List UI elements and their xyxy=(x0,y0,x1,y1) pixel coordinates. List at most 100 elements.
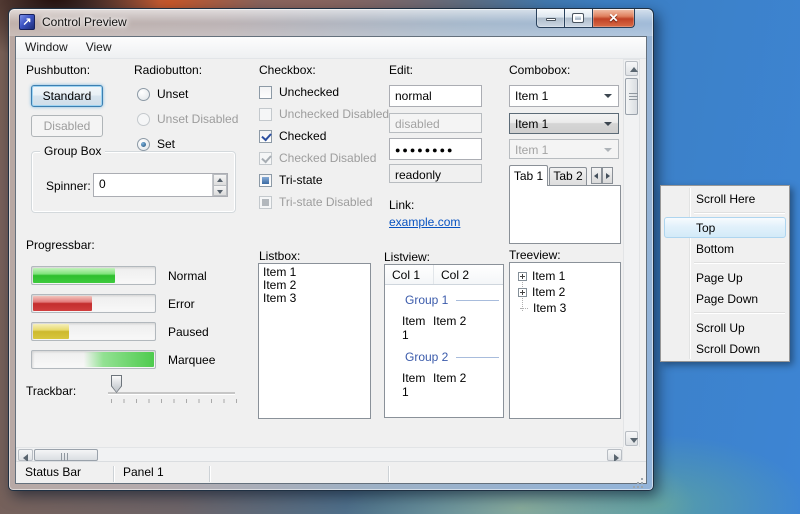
progressbar-error xyxy=(31,294,156,313)
edit-disabled: disabled xyxy=(389,113,482,133)
scroll-left-button[interactable] xyxy=(18,449,33,461)
spinner-updown xyxy=(212,174,227,196)
edit-password[interactable]: ●●●●●●●● xyxy=(389,138,482,160)
progressbar-error-label: Error xyxy=(168,297,195,311)
example-link[interactable]: example.com xyxy=(389,215,460,229)
group-divider-line xyxy=(456,299,499,301)
listview-cell: Item 1 xyxy=(402,371,426,399)
group-divider-line xyxy=(456,356,499,358)
pushbutton-label: Pushbutton: xyxy=(26,63,91,77)
listbox-label: Listbox: xyxy=(259,249,301,263)
maximize-button[interactable] xyxy=(565,9,592,28)
tab-scroll-left-button[interactable] xyxy=(591,167,602,184)
menu-item-scroll-up[interactable]: Scroll Up xyxy=(664,317,786,338)
listview-row[interactable]: Item 1 Item 2 xyxy=(385,314,503,342)
radio-unset-disabled: Unset Disabled xyxy=(137,112,238,126)
listview-row[interactable]: Item 1 Item 2 xyxy=(385,371,503,399)
resize-grip[interactable] xyxy=(641,478,643,480)
tree-connector xyxy=(520,307,528,309)
tree-item-1[interactable]: Item 1 xyxy=(518,269,565,283)
listview-col1-header[interactable]: Col 1 xyxy=(385,265,434,284)
vertical-scrollbar[interactable] xyxy=(623,59,640,448)
combobox-dropdown[interactable]: Item 1 xyxy=(509,113,619,134)
title-bar[interactable]: ↗ Control Preview ✕ xyxy=(9,9,653,36)
combobox-editable[interactable]: Item 1 xyxy=(509,85,619,107)
checkbox-checked[interactable]: Checked xyxy=(259,129,326,143)
listview-cell: Item 2 xyxy=(433,371,467,385)
listview-group-2-label: Group 2 xyxy=(405,350,449,364)
tab-1[interactable]: Tab 1 xyxy=(509,165,548,186)
checkbox-checked-disabled: Checked Disabled xyxy=(259,151,376,165)
vertical-scroll-thumb[interactable] xyxy=(625,78,638,115)
menu-item-scroll-down[interactable]: Scroll Down xyxy=(664,338,786,359)
expand-plus-icon[interactable] xyxy=(518,287,527,297)
menu-item-scroll-here[interactable]: Scroll Here xyxy=(664,188,786,209)
checkbox-tristate[interactable]: Tri-state xyxy=(259,173,323,187)
listview-cell: Item 1 xyxy=(402,314,426,342)
checkbox-tristate-disabled-label: Tri-state Disabled xyxy=(279,195,373,209)
listview-col2-header[interactable]: Col 2 xyxy=(434,265,469,284)
checkbox-unchecked-disabled-label: Unchecked Disabled xyxy=(279,107,390,121)
menu-item-top[interactable]: Top xyxy=(664,217,786,238)
down-arrow-icon xyxy=(217,189,223,194)
tree-item-2-label: Item 2 xyxy=(532,285,566,299)
menu-item-bottom[interactable]: Bottom xyxy=(664,238,786,259)
scrollbar-corner xyxy=(623,447,640,461)
scroll-up-button[interactable] xyxy=(625,61,638,76)
progressbar-paused-label: Paused xyxy=(168,325,209,339)
spinner-down-button[interactable] xyxy=(213,184,227,196)
tree-item-3-label: Item 3 xyxy=(533,301,567,315)
edit-normal[interactable]: normal xyxy=(389,85,482,107)
tree-item-2[interactable]: Item 2 xyxy=(518,285,565,299)
trackbar-thumb[interactable] xyxy=(111,375,122,393)
combobox-editable-value: Item 1 xyxy=(515,89,549,103)
spinner-field[interactable]: 0 xyxy=(93,173,228,197)
menu-item-page-down[interactable]: Page Down xyxy=(664,288,786,309)
checkbox-checked-label: Checked xyxy=(279,129,327,143)
expand-plus-icon[interactable] xyxy=(518,271,527,281)
tab-2[interactable]: Tab 2 xyxy=(549,167,587,186)
checkbox-unchecked-disabled: Unchecked Disabled xyxy=(259,107,389,121)
radiobutton-label: Radiobutton: xyxy=(134,63,203,77)
radio-set[interactable]: Set xyxy=(137,137,175,151)
client-area: Pushbutton: Standard Disabled Radiobutto… xyxy=(16,59,646,461)
tab-scroll-right-button[interactable] xyxy=(602,167,613,184)
menu-window[interactable]: Window xyxy=(16,37,77,58)
checkbox-unchecked-disabled-icon xyxy=(259,107,272,121)
scroll-right-button[interactable] xyxy=(607,449,622,461)
listview-label: Listview: xyxy=(384,250,431,264)
standard-button[interactable]: Standard xyxy=(31,85,103,107)
close-button[interactable]: ✕ xyxy=(592,9,635,28)
horizontal-scrollbar[interactable] xyxy=(16,447,623,461)
menu-separator xyxy=(694,262,785,263)
progressbar-paused xyxy=(31,322,156,341)
radio-unset[interactable]: Unset xyxy=(137,87,188,101)
combobox-dropdown-value: Item 1 xyxy=(515,117,549,131)
spinner-up-button[interactable] xyxy=(213,174,227,185)
progress-fill-error xyxy=(33,296,93,311)
listview-group-1: Group 1 xyxy=(405,293,499,307)
tree-item-3[interactable]: Item 3 xyxy=(520,301,566,315)
menu-view[interactable]: View xyxy=(77,37,121,58)
minimize-button[interactable] xyxy=(536,9,565,28)
minimize-icon xyxy=(546,18,556,21)
horizontal-scroll-thumb[interactable] xyxy=(34,449,98,461)
listbox-item[interactable]: Item 3 xyxy=(259,292,370,305)
spinner-label: Spinner: xyxy=(46,179,91,193)
listview-group-1-label: Group 1 xyxy=(405,293,449,307)
radio-unset-disabled-icon xyxy=(137,112,150,126)
listbox: Item 1 Item 2 Item 3 xyxy=(258,263,371,419)
right-arrow-icon xyxy=(606,173,610,179)
trackbar-track[interactable] xyxy=(108,392,235,394)
dropdown-arrow-icon xyxy=(604,122,612,126)
progress-fill-normal xyxy=(33,268,116,283)
thumb-grip xyxy=(629,92,638,101)
checkbox-unchecked[interactable]: Unchecked xyxy=(259,85,339,99)
status-bar: Status Bar Panel 1 xyxy=(16,461,646,483)
menu-item-page-up[interactable]: Page Up xyxy=(664,267,786,288)
dropdown-arrow-icon xyxy=(604,148,612,152)
edit-readonly[interactable]: readonly xyxy=(389,164,482,183)
dropdown-arrow-icon xyxy=(604,94,612,98)
scroll-down-button[interactable] xyxy=(625,431,638,446)
radio-unset-disabled-label: Unset Disabled xyxy=(157,112,239,126)
